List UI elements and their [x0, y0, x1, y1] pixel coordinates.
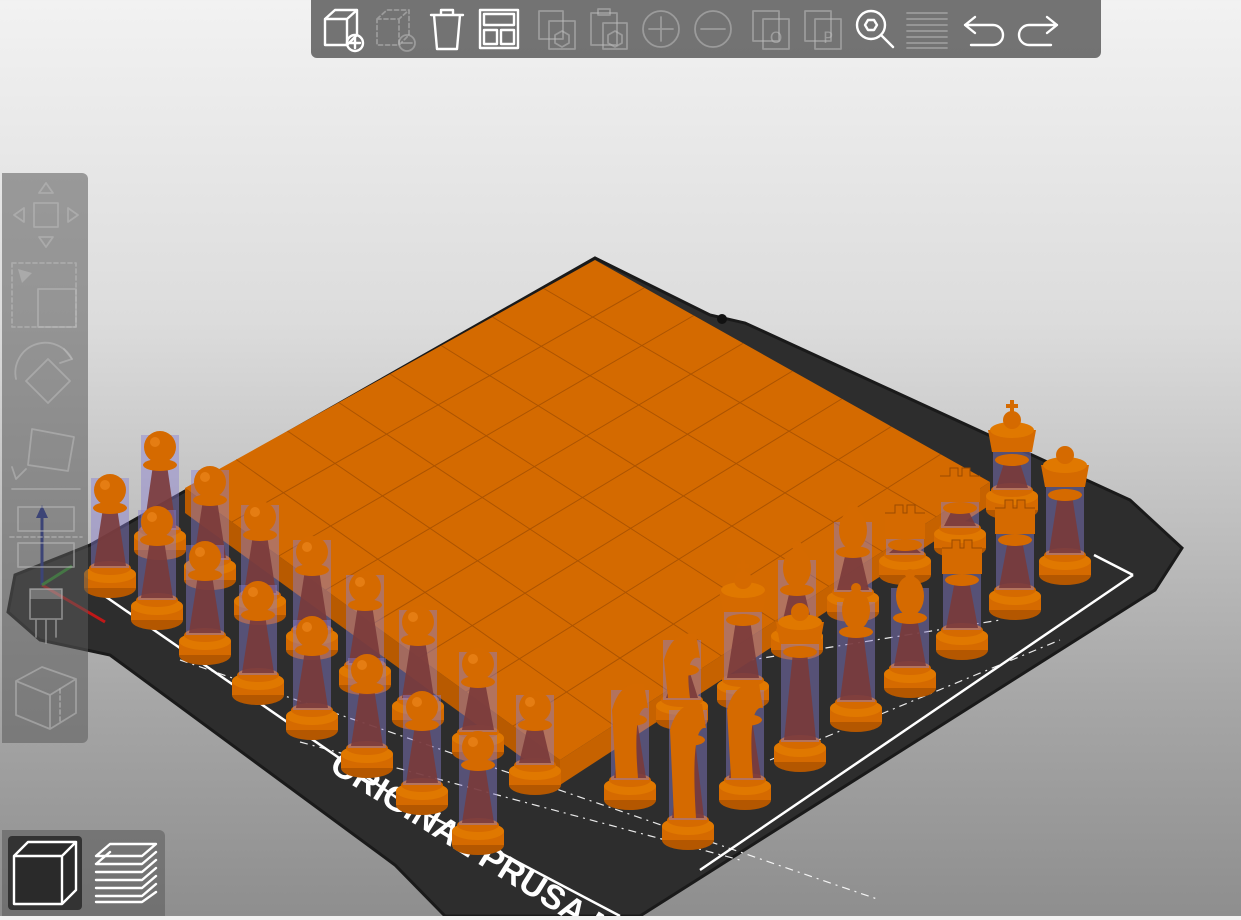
cut-icon — [9, 506, 83, 568]
chess-piece-bishop[interactable] — [830, 583, 882, 732]
seam-painting-icon — [15, 666, 77, 730]
move-icon — [13, 182, 79, 248]
copy-button[interactable] — [531, 3, 583, 55]
chess-piece-rook[interactable] — [936, 539, 988, 660]
paint-supports-icon — [29, 588, 63, 644]
rotate-icon — [14, 341, 73, 404]
split-parts-button[interactable]: P — [797, 3, 849, 55]
split-objects-button[interactable]: O — [745, 3, 797, 55]
rotate-tool-button[interactable] — [8, 339, 84, 415]
undo-button[interactable] — [959, 3, 1011, 55]
seam-painting-tool-button[interactable] — [8, 659, 84, 735]
chess-piece-bishop[interactable] — [884, 569, 936, 698]
chess-piece-pawn[interactable] — [84, 474, 136, 598]
chess-piece-pawn[interactable] — [232, 581, 284, 705]
add-instance-button[interactable] — [635, 3, 687, 55]
top-toolbar: O P — [311, 0, 1101, 58]
split-objects-icon: O — [752, 10, 790, 50]
3d-view-button[interactable] — [8, 836, 82, 910]
chess-piece-rook[interactable] — [989, 499, 1041, 620]
redo-icon — [1017, 15, 1059, 47]
chess-piece-pawn[interactable] — [131, 506, 183, 630]
add-object-button[interactable] — [317, 3, 369, 55]
chess-piece-pawn[interactable] — [286, 616, 338, 740]
chess-piece-queen[interactable] — [774, 603, 826, 772]
remove-instance-button[interactable] — [687, 3, 739, 55]
chess-piece-knight[interactable] — [662, 703, 714, 850]
chess-piece-pawn[interactable] — [509, 691, 561, 795]
copy-icon — [538, 10, 576, 50]
chess-piece-rook[interactable] — [879, 504, 931, 585]
chess-piece-pawn[interactable] — [341, 654, 393, 778]
scale-tool-button[interactable] — [8, 259, 84, 335]
bed-screw — [717, 314, 727, 324]
search-button[interactable] — [849, 3, 901, 55]
paint-supports-tool-button[interactable] — [8, 579, 84, 655]
chess-piece-knight[interactable] — [719, 683, 771, 810]
place-on-face-tool-button[interactable] — [8, 419, 84, 495]
paste-button[interactable] — [583, 3, 635, 55]
layers-preview-icon — [94, 842, 158, 904]
add-instance-icon — [642, 10, 680, 48]
chess-piece-pawn[interactable] — [396, 691, 448, 815]
undo-icon — [963, 15, 1005, 47]
scene-canvas[interactable]: ORIGINAL PRUSA MK — [0, 0, 1241, 920]
chess-piece-queen[interactable] — [1039, 446, 1091, 585]
split-parts-icon: P — [804, 10, 842, 50]
svg-text:P: P — [823, 28, 833, 47]
delete-all-button[interactable] — [421, 3, 473, 55]
paste-icon — [590, 8, 628, 50]
chess-piece-pawn[interactable] — [452, 731, 504, 855]
place-on-face-icon — [11, 428, 81, 490]
chess-piece-knight[interactable] — [604, 683, 656, 810]
move-tool-button[interactable] — [8, 177, 84, 253]
preview-button[interactable] — [88, 836, 162, 910]
layer-editing-button[interactable] — [901, 3, 953, 55]
redo-button[interactable] — [1011, 3, 1063, 55]
3d-viewport[interactable]: ORIGINAL PRUSA MK — [0, 0, 1241, 920]
chess-piece-pawn[interactable] — [179, 541, 231, 665]
search-icon — [855, 9, 895, 49]
scale-icon — [11, 262, 77, 328]
add-object-icon — [323, 8, 365, 53]
svg-text:O: O — [770, 28, 783, 47]
view-toggle — [2, 830, 165, 916]
delete-object-icon — [376, 9, 416, 52]
cut-tool-button[interactable] — [8, 499, 84, 575]
3d-view-icon — [12, 840, 78, 906]
delete-object-button[interactable] — [369, 3, 421, 55]
layers-editing-icon — [906, 12, 948, 49]
arrange-button[interactable] — [473, 3, 525, 55]
arrange-icon — [478, 8, 520, 50]
trash-icon — [429, 8, 465, 51]
remove-instance-icon — [694, 10, 732, 48]
left-toolbar — [2, 173, 88, 743]
